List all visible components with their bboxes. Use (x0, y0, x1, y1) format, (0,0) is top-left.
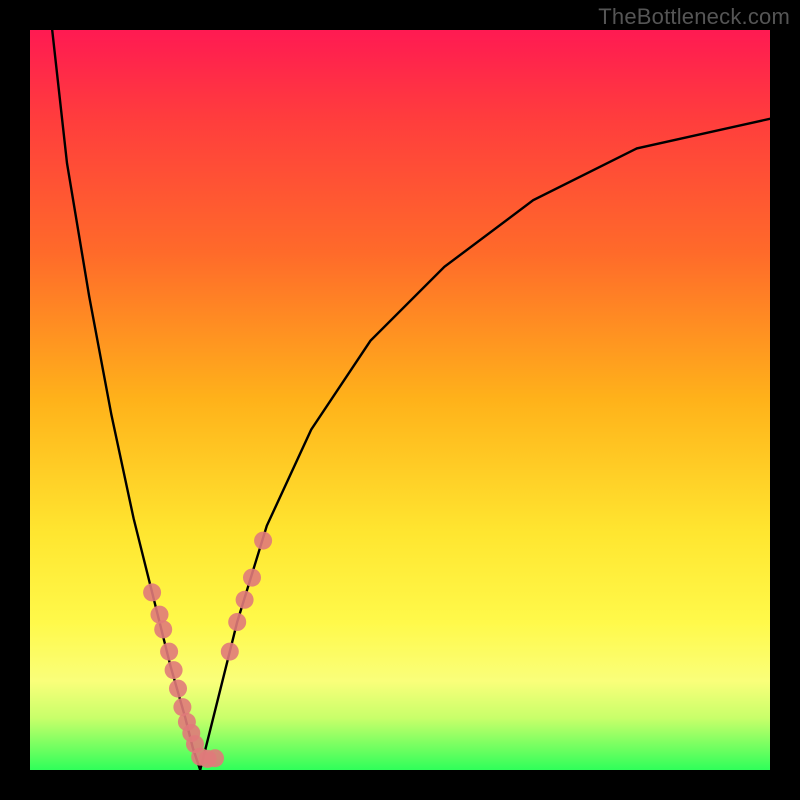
watermark-text: TheBottleneck.com (598, 4, 790, 30)
marker-left-cluster (206, 749, 224, 767)
marker-left-cluster (169, 680, 187, 698)
curve-right-branch (200, 119, 770, 770)
marker-right-cluster (228, 613, 246, 631)
marker-left-cluster (165, 661, 183, 679)
plot-area (30, 30, 770, 770)
marker-right-cluster (243, 569, 261, 587)
marker-right-cluster (236, 591, 254, 609)
marker-left-cluster (160, 643, 178, 661)
chart-frame: TheBottleneck.com (0, 0, 800, 800)
marker-left-cluster (154, 620, 172, 638)
marker-right-cluster (221, 643, 239, 661)
curve-layer (30, 30, 770, 770)
curve-left-branch (52, 30, 200, 770)
marker-left-cluster (143, 583, 161, 601)
marker-right-cluster (254, 532, 272, 550)
